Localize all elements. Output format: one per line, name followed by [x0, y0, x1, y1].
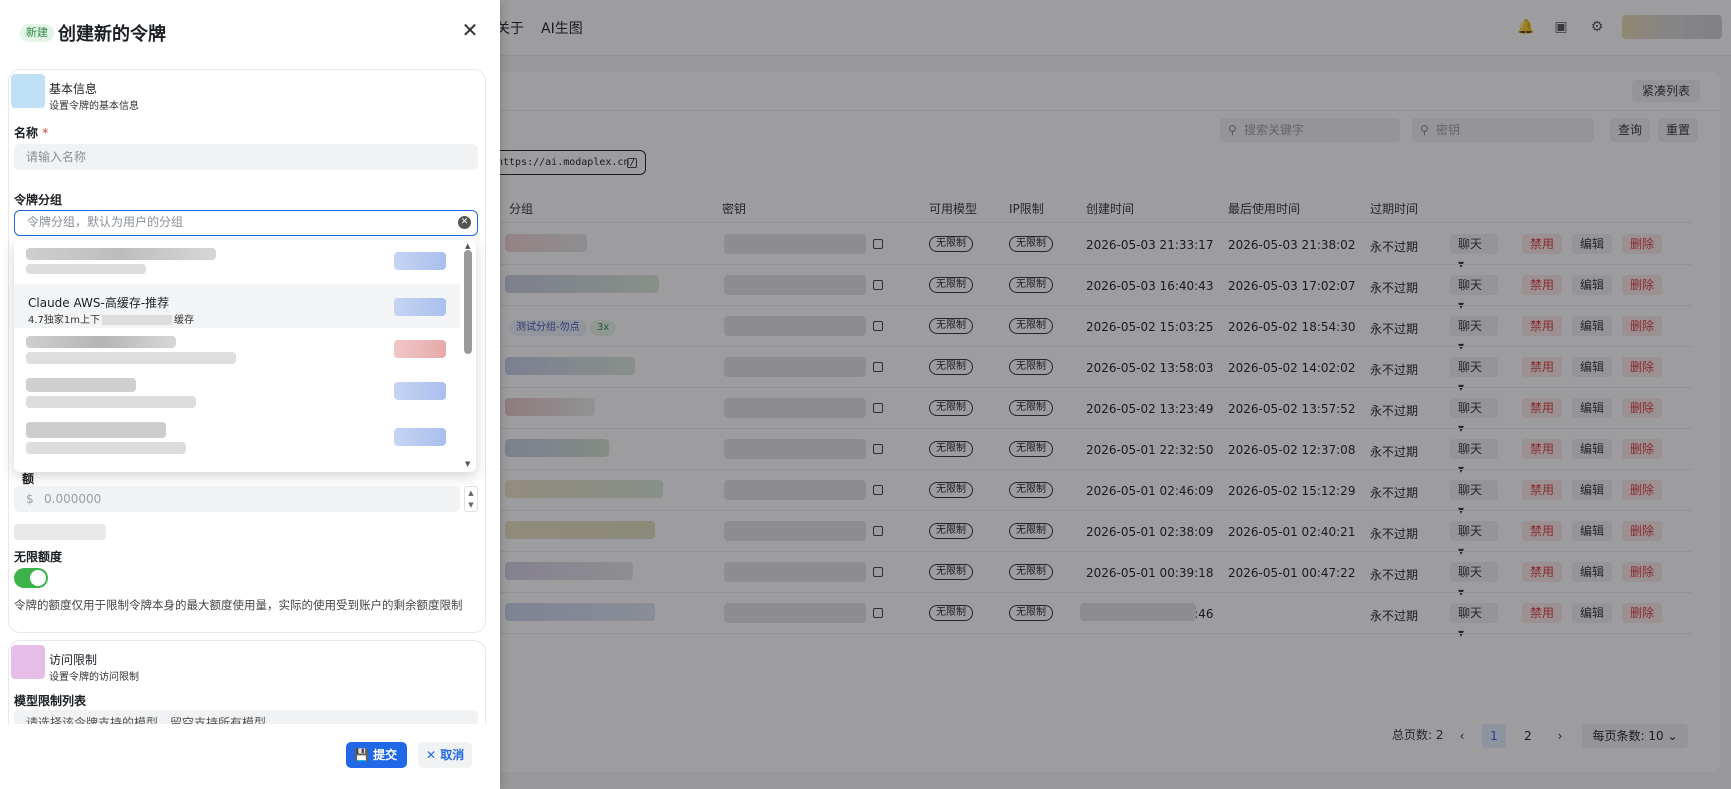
redacted-option-name	[26, 248, 216, 260]
redacted-option-ratio	[394, 428, 446, 446]
close-icon[interactable]: ✕	[458, 18, 482, 42]
redacted-option-desc	[26, 264, 146, 274]
redacted-option-name	[26, 422, 166, 438]
option-desc-tail: 缓存	[174, 315, 195, 326]
group-dropdown: Claude AWS-高缓存-推荐 4.7独家1m上下 缓存 ▲ ▼	[14, 240, 476, 472]
toggle-knob	[30, 570, 46, 586]
access-title: 访问限制	[49, 653, 98, 667]
currency-symbol: $	[26, 492, 34, 506]
scroll-up-arrow[interactable]: ▲	[465, 242, 470, 250]
quota-input[interactable]: $ 0.000000	[14, 486, 460, 512]
basic-info-subtitle: 设置令牌的基本信息	[49, 101, 139, 112]
redacted-option-ratio	[394, 252, 446, 270]
sheet-body: 基本信息 设置令牌的基本信息 名称 * 请输入名称 令牌分组 令牌分组，默认为用…	[0, 64, 500, 724]
group-placeholder: 令牌分组，默认为用户的分组	[27, 215, 184, 229]
cancel-button[interactable]: ✕ 取消	[418, 742, 473, 768]
redacted-option-desc	[26, 396, 196, 408]
redacted-option-name	[26, 378, 136, 392]
model-limit-select[interactable]: 请选择该令牌支持的模型，留空支持所有模型	[14, 710, 478, 724]
name-placeholder: 请输入名称	[26, 150, 87, 164]
basic-info-icon	[11, 74, 45, 108]
name-label-text: 名称	[14, 126, 39, 140]
save-icon: 💾	[354, 748, 369, 762]
sheet-title: 创建新的令牌	[58, 24, 166, 45]
create-token-sheet: 新建 创建新的令牌 ✕ 基本信息 设置令牌的基本信息 名称 * 请输入名称 令牌…	[0, 0, 500, 789]
unlimited-quota-toggle[interactable]	[14, 568, 48, 588]
group-select-input[interactable]: 令牌分组，默认为用户的分组 ✕	[14, 210, 478, 236]
submit-label: 提交	[373, 748, 398, 762]
access-icon	[11, 645, 45, 679]
group-option[interactable]	[14, 372, 460, 416]
quota-stepper[interactable]: ▲ ▼	[464, 486, 478, 512]
model-limit-placeholder: 请选择该令牌支持的模型，留空支持所有模型	[26, 716, 267, 724]
option-name: Claude AWS-高缓存-推荐	[28, 296, 170, 310]
quota-hint: 令牌的额度仅用于限制令牌本身的最大额度使用量，实际的使用受到账户的剩余额度限制	[14, 598, 463, 612]
group-option[interactable]	[14, 240, 460, 284]
clear-icon[interactable]: ✕	[458, 216, 471, 229]
cancel-label: 取消	[440, 748, 465, 762]
required-mark: *	[42, 126, 49, 140]
group-option-claude-aws[interactable]: Claude AWS-高缓存-推荐 4.7独家1m上下 缓存	[14, 284, 460, 328]
redacted-option-desc	[26, 352, 236, 364]
dropdown-scrollbar[interactable]	[464, 250, 472, 354]
submit-button[interactable]: 💾 提交	[346, 742, 408, 768]
quota-placeholder: 0.000000	[44, 492, 102, 506]
option-desc-head: 4.7独家1m上下	[28, 315, 101, 326]
redacted-option-ratio	[394, 382, 446, 400]
group-option[interactable]	[14, 328, 460, 372]
basic-info-title: 基本信息	[49, 82, 98, 96]
name-input[interactable]: 请输入名称	[14, 144, 478, 170]
redacted-option-ratio	[394, 298, 446, 316]
redacted-option-name	[26, 336, 176, 348]
access-subtitle: 设置令牌的访问限制	[49, 672, 139, 683]
close-icon: ✕	[426, 748, 437, 762]
unlimited-quota-label: 无限额度	[14, 550, 63, 564]
redacted-desc	[102, 315, 173, 325]
name-label: 名称 *	[14, 124, 48, 141]
redacted-option-ratio	[394, 340, 446, 358]
group-label: 令牌分组	[14, 193, 63, 207]
option-desc: 4.7独家1m上下 缓存	[28, 311, 194, 326]
sheet-header: 新建 创建新的令牌 ✕	[0, 0, 500, 64]
sheet-footer: 💾 提交 ✕ 取消	[0, 724, 500, 789]
scroll-down-arrow[interactable]: ▼	[465, 460, 470, 468]
model-limit-label: 模型限制列表	[14, 694, 87, 708]
group-option[interactable]	[14, 416, 460, 460]
new-badge: 新建	[20, 24, 54, 42]
quota-label: 额	[22, 472, 35, 486]
redacted-helper-text	[14, 524, 106, 540]
redacted-option-desc	[26, 442, 186, 454]
